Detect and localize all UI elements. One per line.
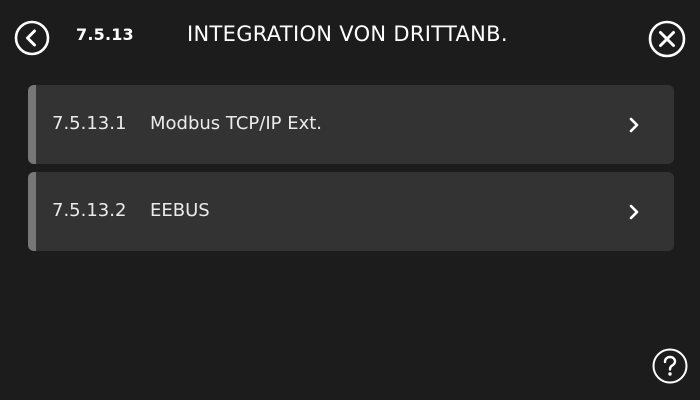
menu-item-code: 7.5.13.2 [52,200,127,221]
back-button[interactable] [14,20,50,56]
close-button[interactable] [648,20,686,58]
item-accent-bar [28,85,36,164]
menu-item-eebus[interactable]: 7.5.13.2 EEBUS [28,172,674,251]
chevron-left-circle-icon [14,20,50,56]
question-circle-icon [652,348,688,384]
menu-item-label: Modbus TCP/IP Ext. [150,113,323,134]
menu-item-code: 7.5.13.1 [52,113,127,134]
item-accent-bar [28,172,36,251]
header-bar: 7.5.13 INTEGRATION VON DRITTANB. [0,0,700,72]
menu-item-label: EEBUS [150,200,210,221]
menu-item-modbus[interactable]: 7.5.13.1 Modbus TCP/IP Ext. [28,85,674,164]
page-title: INTEGRATION VON DRITTANB. [187,22,508,46]
chevron-right-icon [629,204,639,220]
menu-code: 7.5.13 [76,25,134,44]
close-circle-icon [648,20,686,58]
help-button[interactable] [651,347,689,385]
chevron-right-icon [629,117,639,133]
